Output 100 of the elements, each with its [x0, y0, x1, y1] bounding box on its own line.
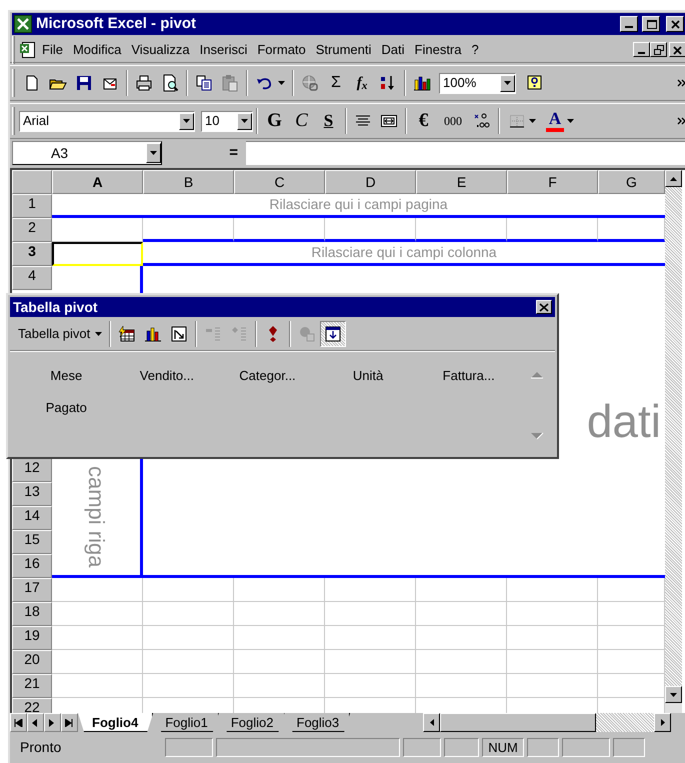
- maximize-button[interactable]: [642, 16, 660, 32]
- minimize-button[interactable]: [633, 42, 650, 57]
- font-combo[interactable]: Arial: [19, 110, 195, 132]
- restore-button[interactable]: [650, 42, 667, 57]
- row-header[interactable]: 21: [12, 674, 52, 698]
- menu-item[interactable]: Strumenti: [310, 40, 376, 60]
- grid-cell[interactable]: [325, 218, 416, 242]
- grid-cell[interactable]: [52, 626, 143, 650]
- function-button[interactable]: f$_{x}$: [349, 70, 375, 96]
- grid-cell[interactable]: [325, 602, 416, 626]
- scroll-left-button[interactable]: [423, 713, 440, 732]
- grid-cell[interactable]: [416, 626, 507, 650]
- menu-item[interactable]: Visualizza: [126, 40, 195, 60]
- grid-cell[interactable]: [325, 626, 416, 650]
- row-header[interactable]: 22: [12, 698, 52, 713]
- menu-item[interactable]: ?: [466, 40, 484, 60]
- chevron-icon[interactable]: [677, 117, 685, 125]
- row-header[interactable]: 15: [12, 530, 52, 554]
- scroll-down-button[interactable]: [665, 686, 682, 703]
- close-button[interactable]: [669, 42, 685, 57]
- grid-cell[interactable]: [52, 602, 143, 626]
- grid-cell[interactable]: [143, 218, 234, 242]
- equals-button[interactable]: =: [162, 141, 246, 165]
- row-header[interactable]: 1: [12, 194, 52, 218]
- select-all-button[interactable]: [12, 170, 52, 194]
- menu-item[interactable]: Finestra: [410, 40, 466, 60]
- scroll-up-icon[interactable]: [530, 370, 544, 379]
- dropdown-button[interactable]: [179, 112, 194, 130]
- column-header[interactable]: C: [234, 170, 325, 194]
- bold-button[interactable]: G: [261, 108, 288, 134]
- close-button[interactable]: [536, 300, 552, 314]
- thousands-button[interactable]: 000: [437, 108, 469, 134]
- zoom-combo[interactable]: 100%: [439, 72, 516, 94]
- row-header[interactable]: 17: [12, 578, 52, 602]
- scroll-right-button[interactable]: [654, 713, 671, 732]
- scroll-up-button[interactable]: [665, 170, 682, 187]
- field-button[interactable]: Mese: [50, 366, 82, 386]
- column-header[interactable]: D: [325, 170, 416, 194]
- field-button[interactable]: Pagato: [46, 398, 87, 417]
- dropdown-button[interactable]: [237, 112, 252, 130]
- grid-cell[interactable]: [507, 602, 598, 626]
- first-sheet-button[interactable]: [10, 713, 27, 732]
- column-header[interactable]: A: [52, 170, 143, 194]
- row-header[interactable]: 3: [12, 242, 52, 266]
- selected-cell[interactable]: [52, 242, 143, 266]
- column-header[interactable]: G: [598, 170, 665, 194]
- pivot-menu-button[interactable]: Tabella pivot: [14, 322, 106, 346]
- grid-cell[interactable]: [143, 578, 234, 602]
- grid-cell[interactable]: [234, 218, 325, 242]
- chevron-icon[interactable]: [677, 79, 685, 87]
- grid-cell[interactable]: [325, 674, 416, 698]
- menu-item[interactable]: Dati: [376, 40, 410, 60]
- minimize-button[interactable]: [620, 16, 638, 32]
- row-header[interactable]: 14: [12, 506, 52, 530]
- previous-sheet-button[interactable]: [27, 713, 44, 732]
- grid-cell[interactable]: [416, 674, 507, 698]
- grid-cell[interactable]: [52, 650, 143, 674]
- size-combo[interactable]: 10: [201, 110, 253, 132]
- italic-button[interactable]: C: [288, 108, 315, 134]
- column-header[interactable]: E: [416, 170, 507, 194]
- row-header[interactable]: 19: [12, 626, 52, 650]
- grid-cell[interactable]: [416, 650, 507, 674]
- menu-item[interactable]: Formato: [252, 40, 311, 60]
- name-box[interactable]: A3: [12, 141, 162, 165]
- grid-cell[interactable]: [143, 674, 234, 698]
- grid-cell[interactable]: [507, 674, 598, 698]
- grid-cell[interactable]: [52, 218, 143, 242]
- grid-cell[interactable]: [234, 674, 325, 698]
- dropdown-button[interactable]: [146, 143, 161, 163]
- grid-cell[interactable]: [507, 578, 598, 602]
- row-header[interactable]: 16: [12, 554, 52, 578]
- grid-cell[interactable]: [325, 650, 416, 674]
- grid-cell[interactable]: [143, 626, 234, 650]
- grid-cell[interactable]: [234, 578, 325, 602]
- row-header[interactable]: 18: [12, 602, 52, 626]
- field-button[interactable]: Categor...: [239, 366, 296, 386]
- grid-cell[interactable]: [234, 626, 325, 650]
- grid-cell[interactable]: [325, 578, 416, 602]
- workbook-icon[interactable]: [19, 40, 37, 58]
- grid-cell[interactable]: [507, 218, 598, 242]
- font-color-button[interactable]: A: [541, 108, 579, 134]
- grid-cell[interactable]: [416, 602, 507, 626]
- next-sheet-button[interactable]: [44, 713, 61, 732]
- scroll-down-icon[interactable]: [530, 432, 544, 441]
- dropdown-button[interactable]: [500, 74, 515, 92]
- underline-button[interactable]: S: [315, 108, 342, 134]
- field-list-button[interactable]: [320, 320, 346, 346]
- menu-item[interactable]: Modifica: [68, 40, 126, 60]
- row-header[interactable]: 2: [12, 218, 52, 242]
- grid-cell[interactable]: [52, 578, 143, 602]
- column-header[interactable]: F: [507, 170, 598, 194]
- grid-cell[interactable]: [507, 650, 598, 674]
- grid-cell[interactable]: [416, 218, 507, 242]
- field-button[interactable]: Vendito...: [140, 366, 194, 386]
- menu-item[interactable]: Inserisci: [194, 40, 252, 60]
- row-header[interactable]: 4: [12, 266, 52, 290]
- currency-button[interactable]: €: [410, 108, 437, 134]
- grid-cell[interactable]: [143, 650, 234, 674]
- last-sheet-button[interactable]: [61, 713, 78, 732]
- close-button[interactable]: [666, 16, 684, 32]
